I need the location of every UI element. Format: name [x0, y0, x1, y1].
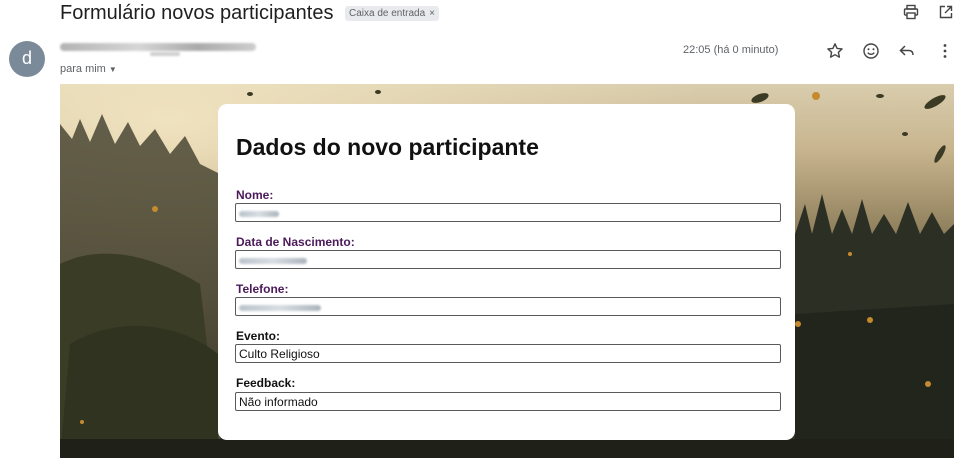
print-icon[interactable]: [903, 4, 919, 20]
sender-email-redacted: [150, 52, 180, 56]
emoji-icon[interactable]: [862, 42, 880, 60]
email-subject: Formulário novos participantes: [60, 2, 334, 24]
inbox-label-chip[interactable]: Caixa de entrada ×: [345, 6, 440, 21]
feedback-label: Feedback:: [236, 376, 296, 390]
more-vert-icon[interactable]: [936, 42, 954, 60]
inbox-label-text: Caixa de entrada: [349, 8, 426, 19]
chevron-down-icon: ▼: [108, 65, 117, 74]
phone-field: [235, 297, 781, 316]
sender-avatar[interactable]: d: [9, 41, 45, 77]
phone-value-redacted: [239, 305, 321, 311]
email-timestamp: 22:05 (há 0 minuto): [683, 44, 779, 56]
star-icon[interactable]: [826, 42, 844, 60]
birthdate-label: Data de Nascimento:: [236, 235, 355, 249]
sender-name-redacted[interactable]: [60, 43, 256, 51]
form-title: Dados do novo participante: [236, 134, 539, 160]
birthdate-value-redacted: [239, 258, 307, 264]
remove-label-button[interactable]: ×: [429, 8, 435, 19]
participant-data-card: Dados do novo participante Nome: Data de…: [218, 104, 795, 440]
reply-icon[interactable]: [898, 42, 916, 60]
phone-label: Telefone:: [236, 282, 289, 296]
recipient-details-toggle[interactable]: para mim ▼: [60, 63, 117, 75]
name-label: Nome:: [236, 188, 274, 202]
name-field: [235, 203, 781, 222]
event-label: Evento:: [236, 329, 281, 343]
event-field: Culto Religioso: [235, 344, 781, 363]
name-value-redacted: [239, 211, 279, 217]
feedback-field: Não informado: [235, 392, 781, 411]
recipient-text: para mim: [60, 63, 106, 75]
subject-row: Formulário novos participantes Caixa de …: [0, 0, 974, 26]
birthdate-field: [235, 250, 781, 269]
open-in-new-window-icon[interactable]: [938, 4, 954, 20]
